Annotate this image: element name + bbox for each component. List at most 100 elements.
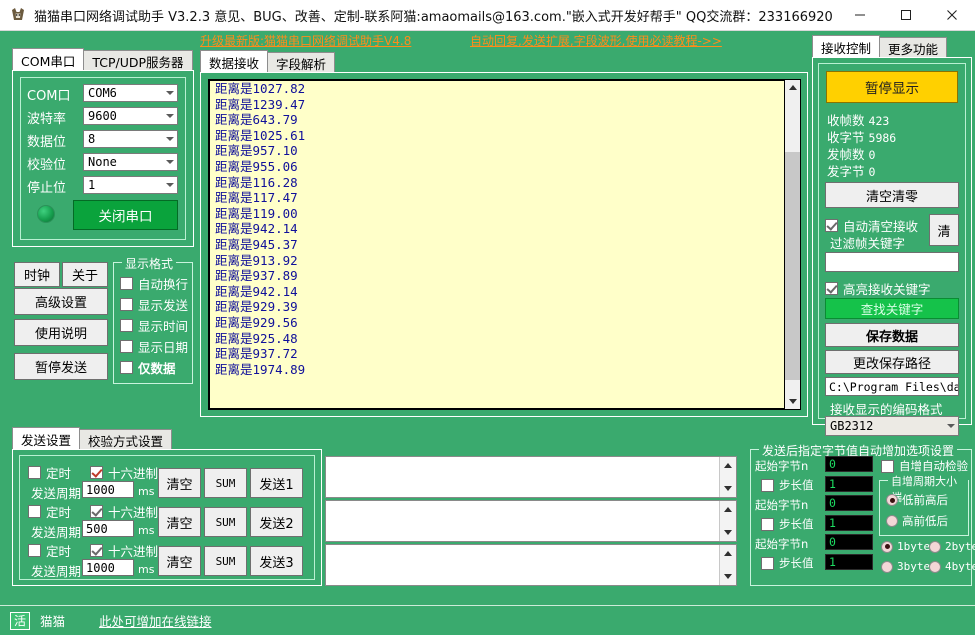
checkbox-hex-3[interactable]: 十六进制 [90,541,158,560]
start-byte-input-3[interactable]: 0 [825,534,873,550]
clear-button-1[interactable]: 清空 [158,468,201,498]
clock-button[interactable]: 时钟 [14,262,60,287]
checkbox-highlight-keyword[interactable]: 高亮接收关键字 [825,279,931,298]
filter-keyword-input[interactable] [825,252,959,272]
maximize-button[interactable] [883,0,929,31]
tab-more-functions[interactable]: 更多功能 [879,37,948,58]
send-scrollbar-2[interactable] [719,501,736,541]
scroll-down-button[interactable] [785,394,800,409]
receive-text-area[interactable]: 距离是1027.82 距离是1239.47 距离是643.79 距离是1025.61 距… [208,79,794,410]
sum-button-2[interactable]: SUM [204,507,247,537]
scrollbar-thumb[interactable] [785,152,800,380]
data-bits-select[interactable]: 8 [83,130,178,148]
sum-button-3[interactable]: SUM [204,546,247,576]
checkbox-show-time[interactable]: 显示时间 [120,316,188,335]
find-keyword-button[interactable]: 查找关键字 [825,298,959,319]
checkbox-hex-2[interactable]: 十六进制 [90,502,158,521]
radio-label: 低前高后 [902,493,948,507]
send-period-input-3[interactable]: 1000 [82,559,134,576]
send-button-1[interactable]: 发送1 [250,468,303,498]
clear-button-2[interactable]: 清空 [158,507,201,537]
com-port-select[interactable]: COM6 [83,84,178,102]
step-value-input-2[interactable]: 1 [825,515,873,531]
advanced-settings-button[interactable]: 高级设置 [14,288,108,315]
start-byte-input-1[interactable]: 0 [825,456,873,472]
upgrade-link[interactable]: 升级最新版:猫猫串口网络调试助手V4.8 [200,32,411,49]
save-path-field[interactable]: C:\Program Files\dat [825,377,959,396]
chevron-up-icon [788,85,797,90]
tutorial-link[interactable]: 自动回复,发送扩展,字段波形,使用必读教程->> [470,32,722,49]
tab-tcp-udp-server[interactable]: TCP/UDP服务器 [83,50,193,71]
tab-data-receive[interactable]: 数据接收 [200,50,269,73]
chevron-down-icon[interactable] [724,530,732,535]
encoding-select[interactable]: GB2312 [825,416,959,436]
pause-display-button[interactable]: 暂停显示 [826,71,958,103]
change-save-path-button[interactable]: 更改保存路径 [825,350,959,374]
chevron-down-icon[interactable] [724,574,732,579]
checkbox-step-2[interactable]: 步长值 [761,516,814,532]
manual-button[interactable]: 使用说明 [14,319,108,346]
checkbox-step-3[interactable]: 步长值 [761,555,814,571]
radio-little-endian[interactable]: 低前高后 [886,492,948,508]
step-value-input-3[interactable]: 1 [825,554,873,570]
checkbox-auto-wrap[interactable]: 自动换行 [120,274,188,293]
minimize-button[interactable] [837,0,883,31]
send-scrollbar-1[interactable] [719,457,736,497]
checkbox-hex-1[interactable]: 十六进制 [90,463,158,482]
checkbox-show-send[interactable]: 显示发送 [120,295,188,314]
step-value-input-1[interactable]: 1 [825,476,873,492]
chevron-down-icon [166,114,174,118]
radio-2byte[interactable]: 2byte [929,540,975,553]
radio-3byte[interactable]: 3byte [881,560,930,573]
clear-button-3[interactable]: 清空 [158,546,201,576]
send-textarea-1[interactable] [325,456,737,498]
close-port-button[interactable]: 关闭串口 [73,200,178,230]
receive-line: 距离是117.47 [215,190,298,206]
checkbox-step-1[interactable]: 步长值 [761,477,814,493]
send-scrollbar-3[interactable] [719,545,736,585]
stop-bits-select[interactable]: 1 [83,176,178,194]
parity-select[interactable]: None [83,153,178,171]
parity-value: None [88,155,117,169]
send-button-2[interactable]: 发送2 [250,507,303,537]
radio-1byte[interactable]: 1byte [881,540,930,553]
checkbox-data-only[interactable]: 仅数据 [120,358,176,377]
start-byte-input-2[interactable]: 0 [825,495,873,511]
send-period-input-1[interactable]: 1000 [82,481,134,498]
tab-checksum-settings[interactable]: 校验方式设置 [79,429,173,450]
receive-scrollbar[interactable] [784,79,801,410]
radio-button [881,560,893,573]
send-period-input-2[interactable]: 500 [82,520,134,537]
send-period-label-1: 发送周期 [31,486,82,501]
pause-send-button[interactable]: 暂停发送 [14,353,108,380]
radio-4byte[interactable]: 4byte [929,560,975,573]
send-button-3[interactable]: 发送3 [250,546,303,576]
baud-rate-select[interactable]: 9600 [83,107,178,125]
radio-big-endian[interactable]: 高前低后 [886,513,948,529]
tab-com-serial[interactable]: COM串口 [12,48,85,71]
checkbox-show-date[interactable]: 显示日期 [120,337,188,356]
receive-lines: 距离是1027.82 距离是1239.47 距离是643.79 距离是1025.61 距… [210,81,792,377]
sum-button-1[interactable]: SUM [204,468,247,498]
checkbox-timer-2[interactable]: 定时 [28,502,71,521]
chevron-up-icon[interactable] [724,463,732,468]
send-textarea-3[interactable] [325,544,737,586]
checkbox-auto-checksum[interactable]: 自增自动检验 [881,458,968,474]
chevron-up-icon[interactable] [724,507,732,512]
status-online-link[interactable]: 此处可增加在线链接 [99,611,212,630]
send-textarea-2[interactable] [325,500,737,542]
chevron-down-icon[interactable] [724,486,732,491]
close-button[interactable] [929,0,975,31]
scroll-up-button[interactable] [785,80,800,95]
clear-filter-button[interactable]: 清 [929,214,959,246]
tab-receive-control[interactable]: 接收控制 [812,35,881,58]
stat-value: 423 [868,114,890,128]
clear-counters-button[interactable]: 清空清零 [825,182,959,208]
about-button[interactable]: 关于 [62,262,108,287]
save-data-button[interactable]: 保存数据 [825,323,959,347]
chevron-up-icon[interactable] [724,551,732,556]
tab-send-settings[interactable]: 发送设置 [12,427,81,450]
checkbox-timer-3[interactable]: 定时 [28,541,71,560]
checkbox-timer-1[interactable]: 定时 [28,463,71,482]
tab-field-parse[interactable]: 字段解析 [267,52,336,73]
